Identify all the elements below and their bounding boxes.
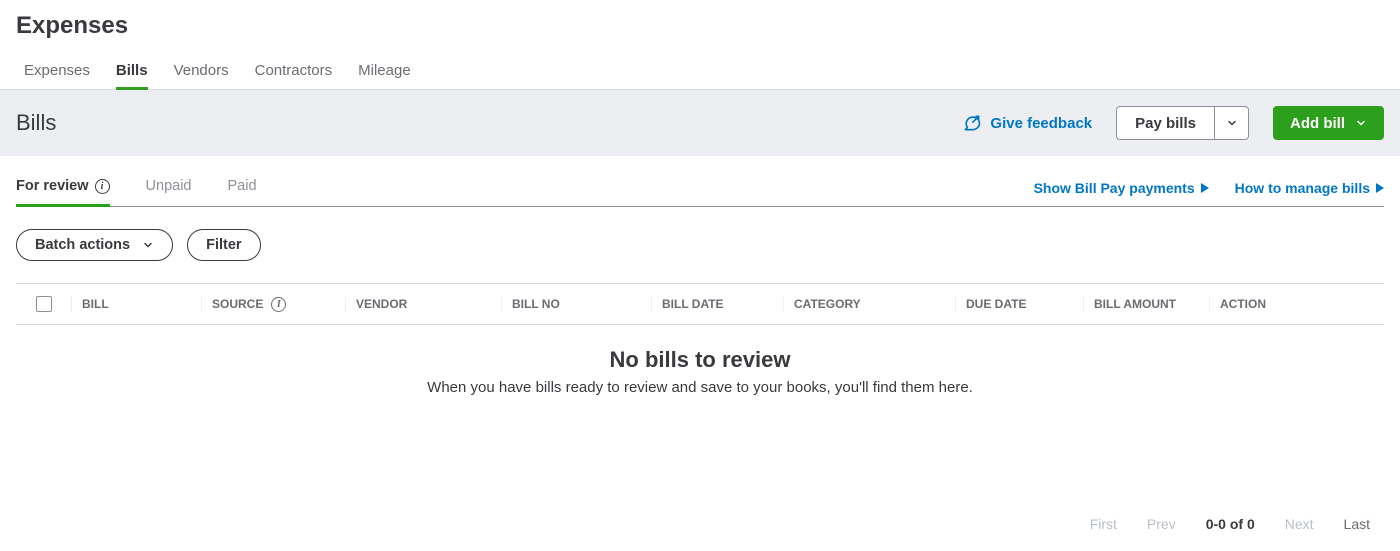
link-label: Show Bill Pay payments	[1034, 180, 1195, 196]
page-title: Expenses	[0, 0, 1400, 48]
pagination-next: Next	[1285, 516, 1314, 532]
subtab-paid[interactable]: Paid	[227, 178, 256, 206]
pagination-prev: Prev	[1147, 516, 1176, 532]
link-label: How to manage bills	[1235, 180, 1370, 196]
chevron-down-icon	[1355, 117, 1367, 129]
subtab-for-review[interactable]: For review i	[16, 178, 110, 206]
tab-mileage[interactable]: Mileage	[358, 62, 411, 89]
batch-actions-label: Batch actions	[35, 237, 130, 253]
empty-state: No bills to review When you have bills r…	[0, 325, 1400, 396]
column-bill-no[interactable]: BILL NO	[502, 297, 652, 311]
tab-contractors[interactable]: Contractors	[255, 62, 333, 89]
main-tabs: Expenses Bills Vendors Contractors Milea…	[0, 48, 1400, 90]
tab-bills[interactable]: Bills	[116, 62, 148, 89]
info-icon[interactable]: i	[95, 179, 110, 194]
column-vendor[interactable]: VENDOR	[346, 297, 502, 311]
select-all-checkbox[interactable]	[36, 296, 52, 312]
column-bill-amount[interactable]: BILL AMOUNT	[1084, 297, 1210, 311]
column-bill-date[interactable]: BILL DATE	[652, 297, 784, 311]
add-bill-button[interactable]: Add bill	[1273, 106, 1384, 140]
pagination: First Prev 0-0 of 0 Next Last	[0, 396, 1400, 532]
pagination-last: Last	[1344, 516, 1370, 532]
feedback-icon	[962, 113, 982, 133]
subtabs-row: For review i Unpaid Paid Show Bill Pay p…	[16, 178, 1384, 207]
caret-right-icon	[1376, 183, 1384, 193]
section-header: Bills Give feedback Pay bills Add bill	[0, 90, 1400, 156]
add-bill-label: Add bill	[1290, 115, 1345, 132]
chevron-down-icon	[1226, 117, 1238, 129]
empty-subtitle: When you have bills ready to review and …	[0, 379, 1400, 396]
chevron-down-icon	[142, 239, 154, 251]
header-actions: Give feedback Pay bills Add bill	[962, 106, 1384, 140]
filter-button[interactable]: Filter	[187, 229, 260, 261]
subtabs-links: Show Bill Pay payments How to manage bil…	[1034, 180, 1384, 206]
column-bill[interactable]: BILL	[72, 297, 202, 311]
pagination-first: First	[1090, 516, 1117, 532]
feedback-label: Give feedback	[990, 115, 1092, 132]
pay-bills-dropdown[interactable]	[1215, 106, 1249, 140]
subtab-label: For review	[16, 178, 89, 194]
column-select-all	[16, 296, 72, 312]
column-source[interactable]: SOURCE i	[202, 297, 346, 312]
caret-right-icon	[1201, 183, 1209, 193]
pagination-info: 0-0 of 0	[1206, 516, 1255, 532]
bills-table: BILL SOURCE i VENDOR BILL NO BILL DATE C…	[16, 283, 1384, 325]
info-icon[interactable]: i	[271, 297, 286, 312]
subtab-unpaid[interactable]: Unpaid	[146, 178, 192, 206]
tab-vendors[interactable]: Vendors	[174, 62, 229, 89]
how-to-manage-link[interactable]: How to manage bills	[1235, 180, 1384, 196]
pay-bills-button[interactable]: Pay bills	[1116, 106, 1215, 140]
toolbar: Batch actions Filter	[0, 207, 1400, 283]
subtabs: For review i Unpaid Paid	[16, 178, 257, 206]
section-title: Bills	[16, 110, 56, 136]
table-header-row: BILL SOURCE i VENDOR BILL NO BILL DATE C…	[16, 284, 1384, 324]
column-action: ACTION	[1210, 297, 1384, 311]
tab-expenses[interactable]: Expenses	[24, 62, 90, 89]
show-bill-pay-link[interactable]: Show Bill Pay payments	[1034, 180, 1209, 196]
column-category[interactable]: CATEGORY	[784, 297, 956, 311]
pay-bills-group: Pay bills	[1116, 106, 1249, 140]
column-due-date[interactable]: DUE DATE	[956, 297, 1084, 311]
give-feedback-link[interactable]: Give feedback	[962, 113, 1092, 133]
batch-actions-button[interactable]: Batch actions	[16, 229, 173, 261]
empty-title: No bills to review	[0, 347, 1400, 373]
column-source-label: SOURCE	[212, 297, 263, 311]
